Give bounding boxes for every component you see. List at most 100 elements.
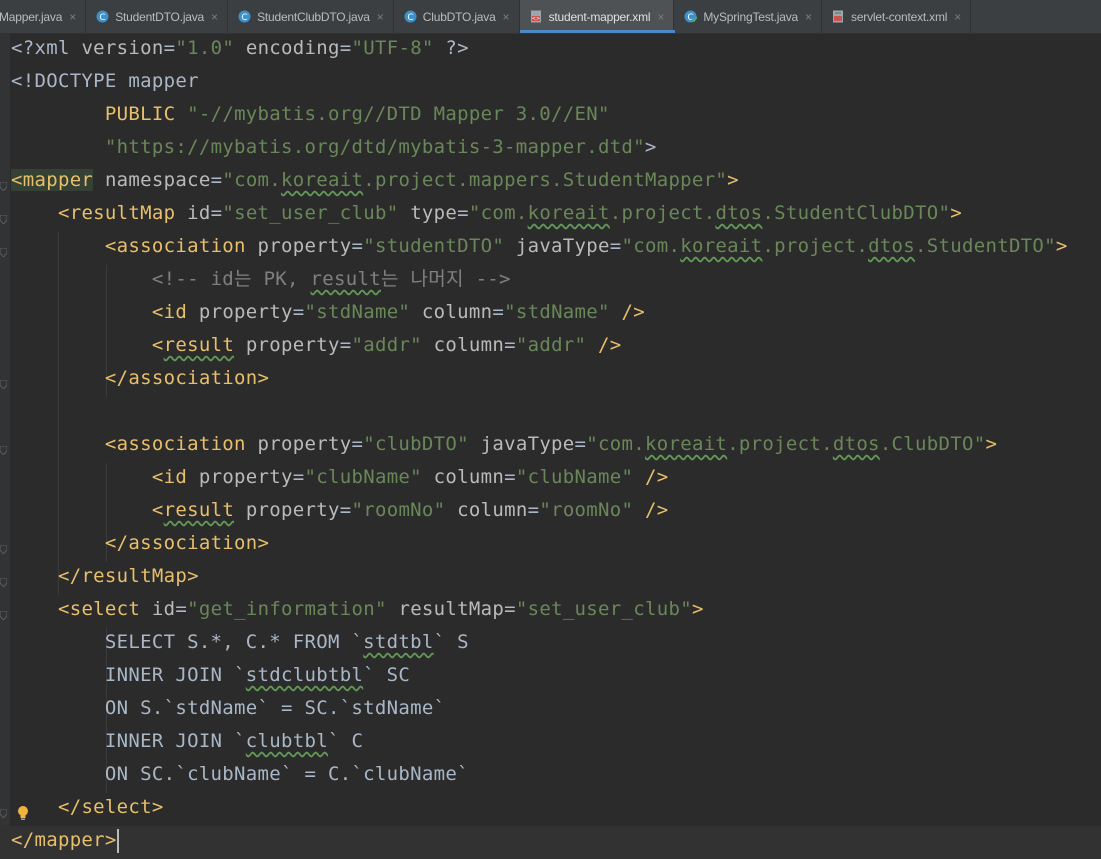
code-token: property <box>257 433 352 455</box>
code-token: ON SC.`clubName` = C.`clubName` <box>11 763 469 785</box>
code-token: "com.koreait.project.mappers.StudentMapp… <box>222 169 728 191</box>
code-token: /> <box>598 334 622 356</box>
code-line[interactable]: <association property="clubDTO" javaType… <box>11 430 997 463</box>
code-line[interactable]: <?xml version="1.0" encoding="UTF-8" ?> <box>11 34 469 67</box>
fold-marker-icon[interactable] <box>0 539 8 555</box>
close-icon[interactable]: × <box>954 10 961 24</box>
code-line[interactable]: ON SC.`clubName` = C.`clubName` <box>11 760 469 793</box>
code-token: "set_user_club" <box>222 202 399 224</box>
code-token: </association> <box>104 532 270 554</box>
code-token: <mapper <box>11 169 94 191</box>
code-token: property <box>257 235 352 257</box>
java-class-icon: C <box>238 10 251 23</box>
close-icon[interactable]: × <box>377 10 384 24</box>
fold-marker-icon[interactable] <box>0 605 8 621</box>
code-token: = <box>292 301 305 323</box>
code-token: "com.koreait.project.dtos.ClubDTO" <box>586 433 986 455</box>
code-token: "com.koreait.project.dtos.StudentClubDTO… <box>468 202 951 224</box>
code-token: "1.0" <box>175 37 235 59</box>
xml-config-icon <box>832 10 845 23</box>
fold-marker-icon[interactable] <box>0 572 8 588</box>
code-line[interactable]: ON S.`stdName` = SC.`stdName` <box>11 694 445 727</box>
code-line[interactable]: INNER JOIN `stdclubtbl` SC <box>11 661 410 694</box>
lightbulb-icon[interactable] <box>16 804 30 822</box>
tab-myspringtest-java[interactable]: C MySpringTest.java × <box>674 0 823 33</box>
code-line[interactable]: <!-- id는 PK, result는 나머지 --> <box>11 265 511 298</box>
code-line[interactable]: <id property="stdName" column="stdName" … <box>11 298 645 331</box>
svg-text:C: C <box>688 13 694 23</box>
fold-marker-icon[interactable] <box>0 209 8 225</box>
code-line[interactable]: SELECT S.*, C.* FROM `stdtbl` S <box>11 628 469 661</box>
code-editor[interactable]: <?xml version="1.0" encoding="UTF-8" ?> <… <box>0 34 1101 859</box>
code-token: PUBLIC <box>104 103 176 125</box>
close-icon[interactable]: × <box>503 10 510 24</box>
code-token: = <box>339 334 352 356</box>
code-line[interactable]: <resultMap id="set_user_club" type="com.… <box>11 199 962 232</box>
fold-marker-icon[interactable] <box>0 242 8 258</box>
code-token: = <box>351 235 364 257</box>
code-token: <association <box>104 235 246 257</box>
tab-studentclubdto-java[interactable]: C StudentClubDTO.java × <box>228 0 394 33</box>
code-token: = <box>609 235 622 257</box>
code-line[interactable]: <mapper namespace="com.koreait.project.m… <box>11 166 739 199</box>
code-token: /> <box>645 499 669 521</box>
code-line[interactable]: <select id="get_information" resultMap="… <box>11 595 704 628</box>
tab-studentdto-java[interactable]: C StudentDTO.java × <box>86 0 229 33</box>
code-line[interactable]: <result property="addr" column="addr" /> <box>11 331 622 364</box>
code-token: "clubDTO" <box>363 433 469 455</box>
editor-tab-bar: Mapper.java × C StudentDTO.java × C StudentClu… <box>0 0 1101 34</box>
code-line[interactable]: <!DOCTYPE mapper <box>11 67 199 100</box>
code-line[interactable]: </association> <box>11 529 269 562</box>
tab-mapper-java[interactable]: Mapper.java × <box>0 0 87 33</box>
tab-clubdto-java[interactable]: C ClubDTO.java × <box>394 0 520 33</box>
code-line[interactable]: </association> <box>11 364 269 397</box>
code-token: /> <box>621 301 645 323</box>
fold-marker-icon[interactable] <box>0 176 8 192</box>
code-token: property <box>198 466 293 488</box>
code-line[interactable]: </select> <box>11 793 164 826</box>
tab-label: MySpringTest.java <box>703 9 798 24</box>
editor-gutter[interactable] <box>0 34 10 859</box>
code-token: type <box>410 202 458 224</box>
tab-servlet-context-xml[interactable]: servlet-context.xml × <box>822 0 972 33</box>
code-line[interactable]: <id property="clubName" column="clubName… <box>11 463 668 496</box>
close-icon[interactable]: × <box>805 10 812 24</box>
close-icon[interactable]: × <box>657 10 664 24</box>
tab-student-mapper-xml[interactable]: <> student-mapper.xml × <box>519 0 675 33</box>
code-line[interactable]: <result property="roomNo" column="roomNo… <box>11 496 669 529</box>
code-token: <resultMap <box>57 202 176 224</box>
code-token: "-//mybatis.org//DTD Mapper 3.0//EN" <box>187 103 610 125</box>
close-icon[interactable]: × <box>69 10 76 24</box>
code-token: property <box>198 301 293 323</box>
fold-marker-icon[interactable] <box>0 440 8 456</box>
close-icon[interactable]: × <box>211 10 218 24</box>
code-token: </association> <box>104 367 270 389</box>
code-line[interactable]: PUBLIC "-//mybatis.org//DTD Mapper 3.0//… <box>11 100 610 133</box>
code-line[interactable]: INNER JOIN `clubtbl` C <box>11 727 363 760</box>
code-token: </mapper> <box>11 829 117 851</box>
java-class-icon: C <box>404 10 417 23</box>
code-line[interactable]: "https://mybatis.org/dtd/mybatis-3-mappe… <box>11 133 657 166</box>
code-token: namespace <box>104 169 211 191</box>
svg-text:C: C <box>100 13 106 23</box>
code-line[interactable]: <association property="studentDTO" javaT… <box>11 232 1068 265</box>
code-line[interactable]: </mapper> <box>0 826 1101 859</box>
fold-marker-icon[interactable] <box>0 374 8 390</box>
fold-marker-icon[interactable] <box>0 803 8 819</box>
code-line[interactable]: </resultMap> <box>11 562 199 595</box>
